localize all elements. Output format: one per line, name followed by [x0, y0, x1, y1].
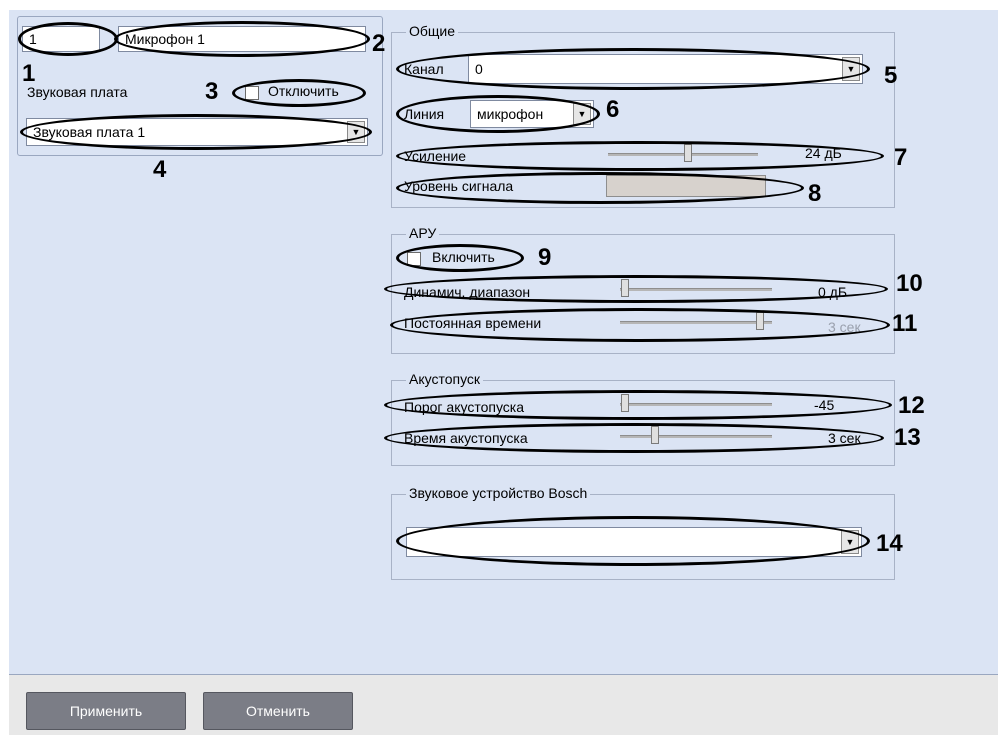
callout-number-6: 6: [606, 96, 620, 123]
chevron-down-icon[interactable]: ▼: [842, 57, 860, 81]
callout-number-10: 10: [896, 270, 923, 297]
gain-slider-track[interactable]: [608, 153, 758, 156]
sound-card-select[interactable]: Звуковая плата 1 ▼: [26, 118, 368, 146]
dynamic-range-value: 0 дБ: [818, 284, 848, 300]
callout-number-4: 4: [153, 156, 167, 183]
callout-number-12: 12: [898, 392, 925, 419]
acoustic-time-slider-thumb[interactable]: [651, 426, 659, 444]
agc-enable-label: Включить: [432, 249, 495, 265]
dynamic-range-slider-track[interactable]: [620, 288, 772, 291]
general-title: Общие: [406, 23, 459, 39]
name-field[interactable]: Микрофон 1: [118, 26, 366, 52]
callout-number-13: 13: [894, 424, 921, 451]
dynamic-range-label: Динамич. диапазон: [404, 284, 531, 300]
threshold-slider-track[interactable]: [620, 403, 772, 406]
callout-number-5: 5: [884, 62, 898, 89]
disable-label: Отключить: [268, 83, 339, 99]
dynamic-range-slider-thumb[interactable]: [621, 279, 629, 297]
time-constant-slider-track[interactable]: [620, 321, 772, 324]
chevron-down-icon[interactable]: ▼: [841, 530, 859, 554]
channel-select[interactable]: 0 ▼: [468, 54, 863, 84]
callout-number-1: 1: [22, 60, 36, 87]
acoustic-time-label: Время акустопуска: [404, 430, 528, 446]
agc-enable-checkbox[interactable]: [407, 252, 421, 266]
line-label: Линия: [404, 106, 445, 122]
agc-title: АРУ: [406, 225, 440, 241]
acoustic-time-value: 3 сек: [828, 430, 861, 446]
threshold-slider-thumb[interactable]: [621, 394, 629, 412]
callout-number-2: 2: [372, 30, 386, 57]
callout-number-8: 8: [808, 180, 822, 207]
line-select-value: микрофон: [477, 106, 544, 122]
line-select[interactable]: микрофон ▼: [470, 100, 594, 128]
gain-label: Усиление: [404, 148, 467, 164]
disable-checkbox[interactable]: [245, 86, 259, 100]
time-constant-value: 3 сек: [828, 319, 861, 335]
channel-select-value: 0: [475, 61, 483, 77]
acoustic-time-slider-track[interactable]: [620, 435, 772, 438]
chevron-down-icon[interactable]: ▼: [573, 103, 591, 125]
threshold-label: Порог акустопуска: [404, 399, 525, 415]
callout-number-3: 3: [205, 78, 219, 105]
channel-label: Канал: [404, 61, 444, 77]
sound-card-select-value: Звуковая плата 1: [33, 124, 146, 140]
signal-level-meter: [606, 175, 766, 197]
id-field[interactable]: 1: [22, 26, 100, 52]
bosch-device-select[interactable]: ▼: [406, 527, 862, 557]
time-constant-label: Постоянная времени: [404, 315, 542, 331]
callout-number-14: 14: [876, 530, 903, 557]
acoustic-title: Акустопуск: [406, 371, 484, 387]
callout-number-9: 9: [538, 244, 552, 271]
signal-level-label: Уровень сигнала: [404, 178, 514, 194]
bosch-title: Звуковое устройство Bosch: [406, 485, 591, 501]
apply-button[interactable]: Применить: [26, 692, 186, 730]
sound-card-label: Звуковая плата: [27, 84, 128, 100]
chevron-down-icon[interactable]: ▼: [347, 121, 365, 143]
gain-value: 24 дБ: [805, 145, 842, 161]
gain-slider-thumb[interactable]: [684, 144, 692, 162]
time-constant-slider-thumb[interactable]: [756, 312, 764, 330]
callout-number-11: 11: [892, 310, 918, 337]
cancel-button[interactable]: Отменить: [203, 692, 353, 730]
callout-number-7: 7: [894, 144, 908, 171]
acoustic-group: Акустопуск: [391, 371, 895, 466]
threshold-value: -45: [814, 397, 835, 413]
